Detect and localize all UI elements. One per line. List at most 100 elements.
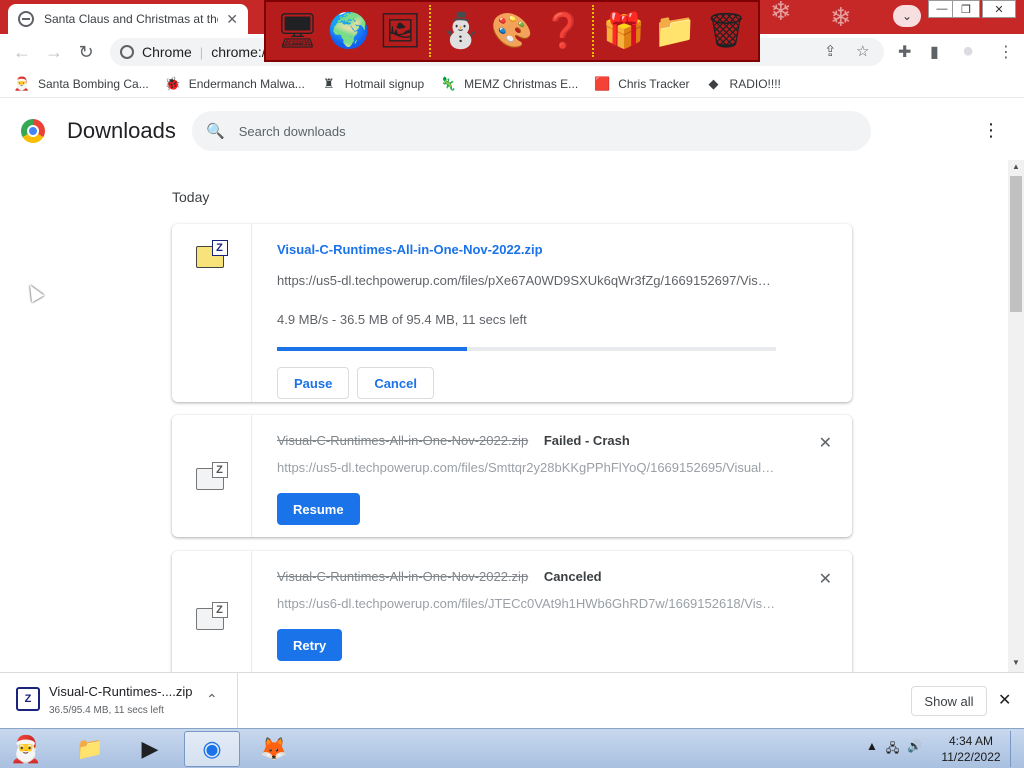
start-button[interactable]: 🎅 [4, 730, 48, 768]
bookmark-label: Endermanch Malwa... [188, 76, 305, 91]
zip-file-icon: Z [195, 462, 228, 490]
reload-button[interactable]: ↻ [72, 38, 100, 66]
system-clock[interactable]: 4:34 AM 11/22/2022 [936, 733, 1006, 765]
chrome-menu-icon[interactable]: ⋮ [998, 42, 1014, 62]
snowman-icon: ⛄ [439, 12, 482, 50]
cancel-button[interactable]: Cancel [357, 367, 434, 399]
globe-icon: 🌍 [327, 12, 371, 50]
search-input[interactable] [238, 123, 839, 139]
bookmark-santa-bombing[interactable]: 🎅 Santa Bombing Ca... [14, 76, 149, 92]
computer-icon: 🖥 [276, 12, 320, 50]
volume-icon[interactable]: 🔊 [907, 739, 922, 760]
page-title: Downloads [67, 118, 176, 143]
divider [429, 5, 432, 57]
scrollbar-thumb[interactable] [1010, 176, 1022, 312]
lizard-icon: 🦎 [440, 75, 457, 91]
bookmark-radio[interactable]: ◆ RADIO!!!! [706, 76, 781, 92]
network-icon[interactable]: 🖧 [886, 739, 899, 760]
scroll-up-arrow-icon[interactable]: ▲ [1012, 162, 1020, 171]
chrome-logo-icon [21, 119, 45, 143]
close-shelf-icon[interactable]: ✕ [998, 690, 1011, 710]
omnibox-separator: | [199, 44, 204, 60]
bookmark-label: Chris Tracker [618, 76, 690, 91]
close-window-button[interactable]: ✕ [982, 0, 1016, 18]
tab-active[interactable]: Santa Claus and Christmas at the ✕ [8, 4, 248, 34]
status-label: Failed - Crash [543, 433, 630, 448]
progress-bar [277, 347, 776, 351]
show-all-button[interactable]: Show all [911, 686, 987, 716]
shelf-file-name: Visual-C-Runtimes-....zip [49, 684, 193, 699]
santa-icon: 🎅 [13, 75, 31, 91]
color-wheel-icon: 🎨 [490, 12, 534, 50]
download-item-active: Z Visual-C-Runtimes-All-in-One-Nov-2022.… [172, 224, 852, 402]
snowflake-icon: ❄ [830, 2, 852, 32]
divider [592, 5, 595, 57]
tab-search-button[interactable]: ⌄ [893, 5, 921, 27]
search-bar[interactable]: 🔍 [192, 111, 871, 151]
file-url[interactable]: https://us5-dl.techpowerup.com/files/pXe… [277, 273, 777, 288]
show-hidden-icons-icon[interactable]: ▲ [866, 739, 878, 760]
back-button[interactable]: ← [8, 38, 36, 66]
remove-item-icon[interactable]: ✕ [819, 569, 832, 589]
bookmark-hotmail[interactable]: ♜ Hotmail signup [321, 76, 424, 92]
file-icon-column: Z [172, 224, 252, 402]
restore-button[interactable]: ❐ [952, 0, 980, 18]
pause-button[interactable]: Pause [277, 367, 350, 399]
bookmark-label: MEMZ Christmas E... [464, 76, 579, 91]
christmas-overlay: 🖥 🌍 🖼 ⛄ 🎨 ❓ 🎁 📁 🗑 [264, 0, 760, 62]
close-tab-icon[interactable]: ✕ [226, 11, 238, 28]
bookmark-label: RADIO!!!! [729, 76, 781, 91]
resume-button[interactable]: Resume [277, 493, 360, 525]
scroll-down-arrow-icon[interactable]: ▼ [1012, 658, 1020, 667]
extensions-icon[interactable]: ✚ [898, 42, 911, 62]
file-url[interactable]: https://us6-dl.techpowerup.com/files/JTE… [277, 596, 777, 611]
download-shelf: Z Visual-C-Runtimes-....zip 36.5/95.4 MB… [0, 672, 1024, 728]
download-item-canceled: Z Visual-C-Runtimes-All-in-One-Nov-2022.… [172, 551, 852, 672]
taskbar-firefox[interactable]: 🦊 [246, 731, 302, 767]
taskbar-chrome[interactable]: ◉ [184, 731, 240, 767]
side-panel-icon[interactable]: ▮ [930, 42, 939, 62]
taskbar-file-explorer[interactable]: 📁 [62, 731, 118, 767]
clock-time: 4:34 AM [948, 734, 994, 748]
file-url[interactable]: https://us5-dl.techpowerup.com/files/Smt… [277, 460, 777, 475]
file-name-link[interactable]: Visual-C-Runtimes-All-in-One-Nov-2022.zi… [277, 242, 832, 257]
hotmail-icon: ♜ [322, 75, 335, 91]
retry-button[interactable]: Retry [277, 629, 343, 661]
remove-item-icon[interactable]: ✕ [819, 433, 832, 453]
bookmark-endermanch[interactable]: 🐞 Endermanch Malwa... [165, 76, 305, 92]
tab-title: Santa Claus and Christmas at the [44, 12, 219, 26]
bookmark-star-icon[interactable]: ☆ [856, 42, 869, 60]
show-desktop-button[interactable] [1010, 731, 1022, 767]
share-icon[interactable]: ⇪ [824, 42, 837, 60]
status-label: Canceled [543, 569, 602, 584]
file-icon-column: Z [172, 551, 252, 672]
clock-date: 11/22/2022 [941, 750, 1001, 764]
chevron-up-icon[interactable]: ⌃ [206, 691, 218, 708]
zip-file-icon: Z [195, 240, 228, 268]
bookmark-memz[interactable]: 🦎 MEMZ Christmas E... [440, 76, 578, 92]
shelf-download-item[interactable]: Z Visual-C-Runtimes-....zip 36.5/95.4 MB… [0, 673, 238, 728]
date-heading: Today [172, 189, 210, 205]
bug-icon: 🐞 [164, 75, 181, 91]
taskbar-media-player[interactable]: ▶ [122, 731, 178, 767]
bookmark-label: Santa Bombing Ca... [38, 76, 149, 91]
picture-icon: 🖼 [378, 12, 422, 50]
profile-avatar[interactable]: ● [962, 40, 974, 63]
site-label: Chrome [142, 44, 192, 60]
page-scrollbar[interactable]: ▲ ▼ [1008, 160, 1024, 672]
file-icon-column: Z [172, 415, 252, 537]
progress-text: 4.9 MB/s - 36.5 MB of 95.4 MB, 11 secs l… [277, 312, 527, 327]
forward-button[interactable]: → [40, 38, 68, 66]
bookmark-chris-tracker[interactable]: 🟥 Chris Tracker [594, 76, 689, 92]
downloads-list: Today Z Visual-C-Runtimes-All-in-One-Nov… [0, 160, 1008, 672]
more-actions-icon[interactable]: ⋮ [982, 120, 1000, 141]
windows-taskbar: 🎅 📁 ▶ ◉ 🦊 ▲ 🖧 🔊 4:34 AM 11/22/2022 [0, 728, 1024, 768]
gift-icon: 🎁 [602, 12, 645, 50]
shelf-status: 36.5/95.4 MB, 11 secs left [49, 705, 164, 716]
zip-file-icon: Z [195, 602, 228, 630]
file-name: Visual-C-Runtimes-All-in-One-Nov-2022.zi… [277, 569, 529, 584]
system-tray: ▲ 🖧 🔊 [866, 739, 922, 760]
file-name: Visual-C-Runtimes-All-in-One-Nov-2022.zi… [277, 433, 529, 448]
bookmarks-bar: 🎅 Santa Bombing Ca... 🐞 Endermanch Malwa… [0, 70, 1024, 98]
downloads-header: Downloads 🔍 ⋮ [0, 104, 1024, 160]
